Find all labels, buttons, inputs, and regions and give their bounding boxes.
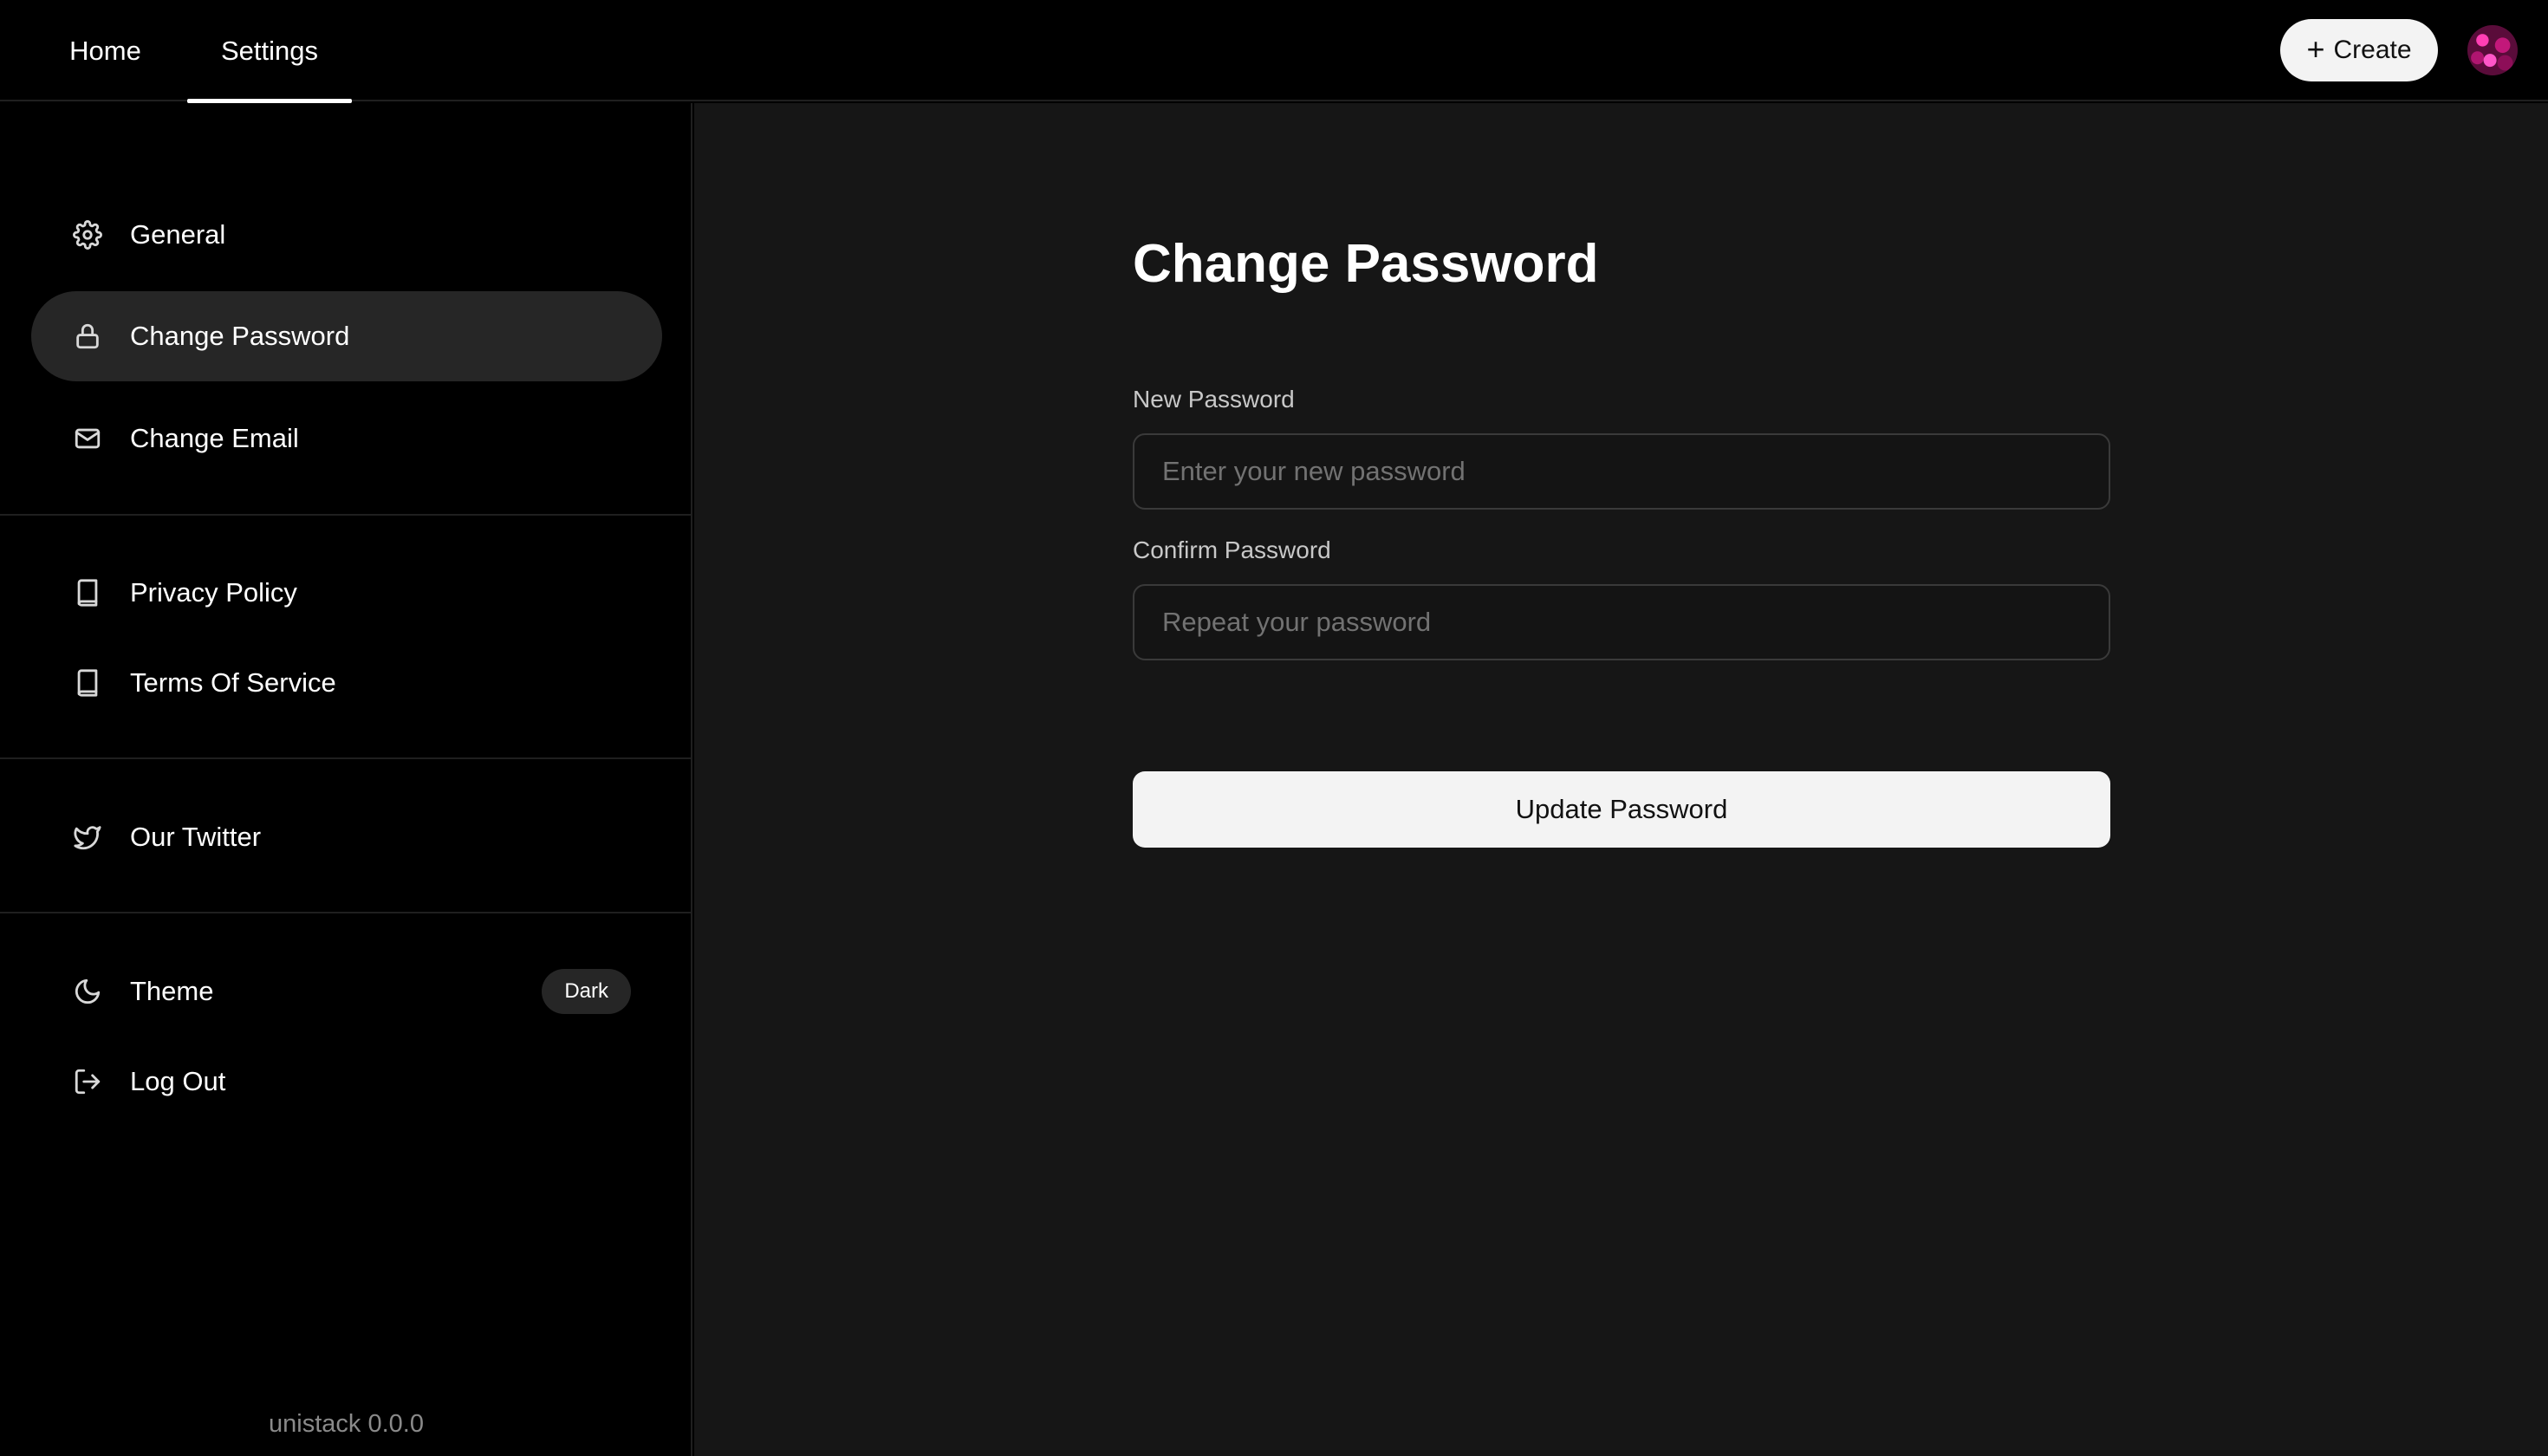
confirm-password-label: Confirm Password <box>1133 536 1331 563</box>
twitter-icon <box>73 822 102 852</box>
version-text: unistack 0.0.0 <box>269 1410 424 1438</box>
moon-icon <box>73 977 102 1006</box>
sidebar-item-label: Log Out <box>130 1066 226 1096</box>
book-icon <box>73 578 102 608</box>
sidebar-item-label: Theme <box>130 976 214 1006</box>
book-icon <box>73 668 102 698</box>
sidebar-item-label: Terms Of Service <box>130 667 336 698</box>
sidebar-item-label: Privacy Policy <box>130 577 297 608</box>
update-password-button[interactable]: Update Password <box>1133 771 2110 848</box>
create-button[interactable]: + Create <box>2280 19 2438 81</box>
page-title: Change Password <box>1133 234 1599 294</box>
mail-icon <box>73 424 102 453</box>
confirm-password-input[interactable] <box>1133 584 2110 660</box>
sidebar-item-general[interactable]: General <box>31 190 662 280</box>
sidebar-item-change-email[interactable]: Change Email <box>31 393 662 484</box>
gear-icon <box>73 220 102 250</box>
sidebar-item-our-twitter[interactable]: Our Twitter <box>31 792 662 882</box>
sidebar-divider <box>0 912 691 913</box>
logout-icon <box>73 1067 102 1096</box>
settings-sidebar: General Change Password Change Email Pri… <box>0 103 692 1456</box>
sidebar-item-theme[interactable]: Theme Dark <box>31 946 662 1037</box>
sidebar-item-label: Change Password <box>130 321 350 351</box>
main-content: Change Password New Password Confirm Pas… <box>694 103 2548 1456</box>
plus-icon: + <box>2306 30 2325 67</box>
tab-settings[interactable]: Settings <box>187 0 352 103</box>
lock-icon <box>73 322 102 351</box>
new-password-input[interactable] <box>1133 433 2110 510</box>
tab-home[interactable]: Home <box>35 0 176 101</box>
sidebar-divider <box>0 757 691 759</box>
sidebar-item-terms-of-service[interactable]: Terms Of Service <box>31 638 662 728</box>
theme-badge[interactable]: Dark <box>542 969 631 1014</box>
sidebar-divider <box>0 514 691 516</box>
sidebar-item-label: Our Twitter <box>130 822 262 852</box>
sidebar-item-label: Change Email <box>130 423 299 453</box>
avatar[interactable] <box>2467 25 2518 75</box>
sidebar-item-log-out[interactable]: Log Out <box>31 1037 662 1127</box>
new-password-label: New Password <box>1133 386 1295 413</box>
sidebar-item-change-password[interactable]: Change Password <box>31 291 662 381</box>
top-nav-bar: Home Settings + Create <box>0 0 2548 103</box>
create-button-label: Create <box>2333 36 2412 64</box>
sidebar-item-label: General <box>130 219 226 250</box>
sidebar-item-privacy-policy[interactable]: Privacy Policy <box>31 548 662 638</box>
